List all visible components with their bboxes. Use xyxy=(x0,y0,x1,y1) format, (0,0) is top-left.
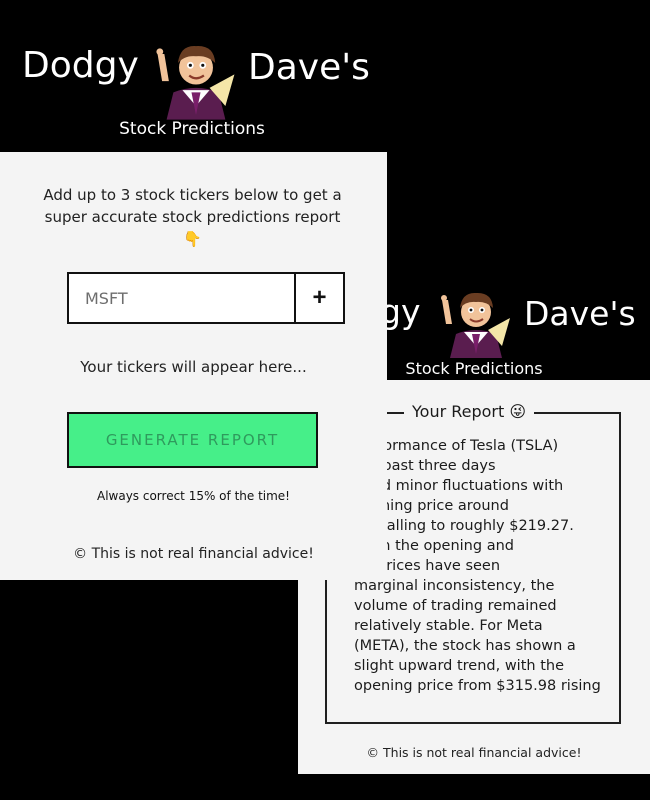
report-footer-disclaimer: © This is not real financial advice! xyxy=(366,745,582,760)
generate-report-button[interactable]: GENERATE REPORT xyxy=(67,412,318,468)
report-heading: Your Report 😜 xyxy=(404,402,535,421)
brand-word-1: Dodgy xyxy=(22,45,139,86)
back-brand-word-2: Dave's xyxy=(524,294,636,333)
tagline: Always correct 15% of the time! xyxy=(96,489,290,503)
back-mascot-icon xyxy=(441,292,510,358)
plus-icon: + xyxy=(312,284,327,311)
add-ticker-button[interactable]: + xyxy=(294,272,345,324)
brand-word-2: Dave's xyxy=(248,47,370,88)
back-brand-subtitle: Stock Predictions xyxy=(405,359,543,378)
report-body: performance of Tesla (TSLA) the past thr… xyxy=(354,438,601,694)
ticker-input[interactable] xyxy=(67,272,295,324)
intro-text: Add up to 3 stock tickers below to get a… xyxy=(43,186,342,248)
tickers-placeholder: Your tickers will appear here... xyxy=(80,358,307,376)
footer-disclaimer: © This is not real financial advice! xyxy=(73,546,314,562)
brand-subtitle: Stock Predictions xyxy=(119,119,265,139)
mascot-icon xyxy=(156,46,235,120)
